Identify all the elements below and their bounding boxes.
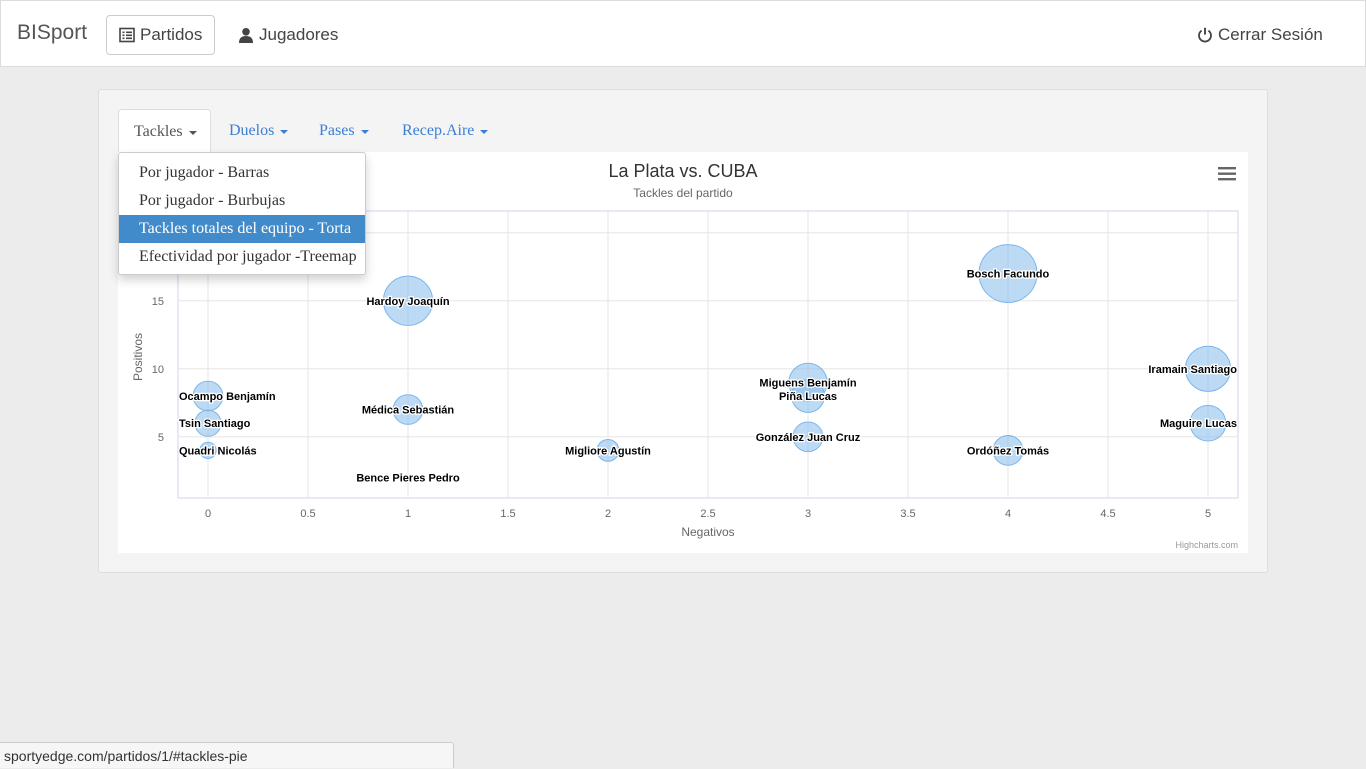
bubble-data-label: Hardoy Joaquín bbox=[366, 296, 449, 308]
bubble-data-label: Ordóñez Tomás bbox=[967, 445, 1049, 457]
y-tick-label: 10 bbox=[152, 364, 164, 376]
status-bar-url: sportyedge.com/partidos/1/#tackles-pie bbox=[0, 742, 454, 768]
caret-down-icon bbox=[360, 130, 369, 134]
x-tick-label: 0 bbox=[205, 508, 211, 520]
caret-down-icon bbox=[188, 130, 197, 135]
logout-button[interactable]: Cerrar Sesión bbox=[1185, 15, 1335, 55]
x-tick-label: 2.5 bbox=[700, 508, 715, 520]
x-tick-label: 4 bbox=[1005, 508, 1011, 520]
chart-subtitle: Tackles del partido bbox=[633, 186, 733, 200]
tab-pases[interactable]: Pases bbox=[304, 109, 384, 153]
bubble-data-label: Piña Lucas bbox=[779, 391, 837, 403]
list-alt-icon bbox=[119, 27, 135, 43]
caret-down-icon bbox=[480, 130, 489, 134]
chart-menu-icon[interactable] bbox=[1216, 164, 1238, 184]
x-tick-label: 0.5 bbox=[300, 508, 315, 520]
menu-item-barras[interactable]: Por jugador - Barras bbox=[119, 159, 365, 187]
menu-item-torta[interactable]: Tackles totales del equipo - Torta bbox=[119, 215, 365, 243]
tab-duelos[interactable]: Duelos bbox=[214, 109, 303, 153]
logout-label: Cerrar Sesión bbox=[1218, 25, 1323, 44]
x-tick-label: 1.5 bbox=[500, 508, 515, 520]
x-axis-title: Negativos bbox=[681, 525, 734, 539]
tab-pases-label: Pases bbox=[319, 122, 355, 139]
x-tick-label: 2 bbox=[605, 508, 611, 520]
x-tick-label: 3 bbox=[805, 508, 811, 520]
bubble-data-label: Iramain Santiago bbox=[1148, 364, 1237, 376]
bubble-data-label: Bence Pieres Pedro bbox=[356, 473, 460, 485]
bubble-data-label: Maguire Lucas bbox=[1160, 418, 1237, 430]
x-tick-label: 4.5 bbox=[1100, 508, 1115, 520]
user-icon bbox=[239, 28, 253, 43]
x-tick-label: 1 bbox=[405, 508, 411, 520]
highcharts-credits[interactable]: Highcharts.com bbox=[1175, 540, 1238, 550]
y-axis-title: Positivos bbox=[131, 333, 145, 381]
bubble-data-label: Migliore Agustín bbox=[565, 445, 651, 457]
tab-duelos-label: Duelos bbox=[229, 122, 275, 139]
tackles-dropdown-menu: Por jugador - Barras Por jugador - Burbu… bbox=[118, 152, 366, 275]
nav-jugadores-label: Jugadores bbox=[259, 25, 339, 44]
bubble-data-label: Ocampo Benjamín bbox=[179, 391, 276, 403]
nav-jugadores-button[interactable]: Jugadores bbox=[226, 15, 350, 55]
tab-tackles[interactable]: Tackles bbox=[118, 109, 211, 153]
y-tick-label: 15 bbox=[152, 296, 164, 308]
brand-logo[interactable]: BISport bbox=[17, 21, 87, 45]
bubble-data-label: Quadri Nicolás bbox=[179, 445, 257, 457]
nav-partidos-button[interactable]: Partidos bbox=[106, 15, 216, 55]
y-tick-label: 5 bbox=[158, 432, 164, 444]
power-icon bbox=[1198, 27, 1212, 43]
tab-tackles-label: Tackles bbox=[134, 122, 183, 140]
menu-item-burbujas[interactable]: Por jugador - Burbujas bbox=[119, 187, 365, 215]
bubble-data-label: Médica Sebastián bbox=[362, 405, 455, 417]
x-tick-label: 3.5 bbox=[900, 508, 915, 520]
bubble-data-label: González Juan Cruz bbox=[756, 432, 861, 444]
tab-recep-aire-label: Recep.Aire bbox=[402, 122, 475, 139]
bubble-data-label: Bosch Facundo bbox=[967, 269, 1050, 281]
x-tick-label: 5 bbox=[1205, 508, 1211, 520]
menu-item-treemap[interactable]: Efectividad por jugador -Treemap bbox=[119, 243, 365, 271]
caret-down-icon bbox=[280, 130, 289, 134]
nav-partidos-label: Partidos bbox=[140, 25, 203, 44]
bubble-data-label: Tsin Santiago bbox=[179, 418, 251, 430]
chart-title: La Plata vs. CUBA bbox=[608, 161, 757, 181]
bubble-data-label: Miguens Benjamín bbox=[759, 377, 856, 389]
top-navbar: BISport Partidos Jugadores Cerrar Sesión bbox=[0, 0, 1366, 67]
tab-recep-aire[interactable]: Recep.Aire bbox=[387, 109, 503, 153]
